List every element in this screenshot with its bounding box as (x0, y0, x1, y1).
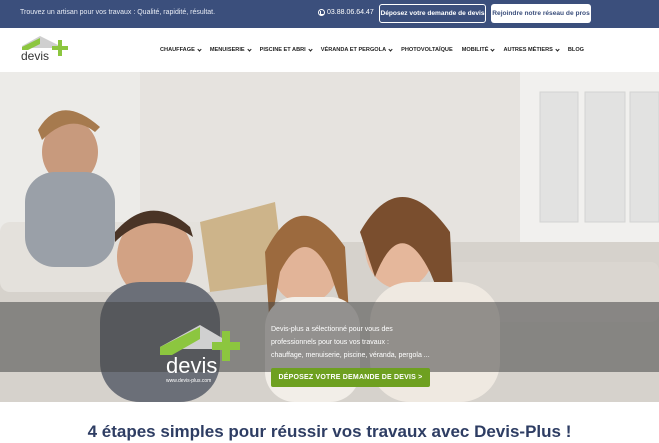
hero-description: Devis-plus a sélectionné pour vous des p… (271, 323, 471, 362)
section-title: 4 étapes simples pour réussir vos travau… (87, 422, 572, 441)
chevron-down-icon (197, 46, 202, 52)
nav-item-blog[interactable]: BLOG (568, 47, 584, 53)
hero-cta-button[interactable]: DÉPOSEZ VOTRE DEMANDE DE DEVIS > (271, 368, 430, 387)
nav-item-label: PHOTOVOLTAÏQUE (401, 47, 453, 53)
logo-text: devis (21, 49, 49, 63)
devis-plus-logo[interactable]: devis (20, 34, 72, 64)
nav-item-autres-m-tiers[interactable]: AUTRES MÉTIERS (503, 46, 560, 53)
phone-number[interactable]: 03.88.06.64.47 (318, 9, 374, 16)
nav-item-label: MOBILITÉ (461, 47, 489, 53)
phone-icon (318, 9, 325, 16)
chevron-down-icon (247, 46, 252, 52)
nav-item-photovolta-que[interactable]: PHOTOVOLTAÏQUE (401, 47, 453, 53)
hero-line-1: Devis-plus a sélectionné pour vous des (271, 326, 393, 333)
hero-devis-plus-logo: devis www.devis-plus.com (160, 325, 240, 384)
tagline: Trouvez un artisan pour vos travaux : Qu… (20, 9, 216, 16)
nav-item-label: PISCINE ET ABRI (259, 47, 306, 53)
nav-item-label: MENUISERIE (209, 47, 245, 53)
nav-menu: CHAUFFAGE MENUISERIE PISCINE ET ABRI VÉRAND… (160, 46, 593, 53)
chevron-down-icon (555, 46, 560, 52)
chevron-down-icon (388, 46, 393, 52)
deposit-request-button[interactable]: Déposez votre demande de devis (379, 4, 486, 23)
nav-item-piscine-et-abri[interactable]: PISCINE ET ABRI (259, 46, 313, 53)
nav-item-v-randa-et-pergola[interactable]: VÉRANDA ET PERGOLA (320, 46, 393, 53)
hero-logo-text: devis (166, 353, 217, 378)
hero-banner: devis www.devis-plus.com Devis-plus a sé… (0, 72, 659, 402)
nav-item-label: AUTRES MÉTIERS (503, 47, 553, 53)
chevron-down-icon (308, 46, 313, 52)
nav-item-menuiserie[interactable]: MENUISERIE (209, 46, 252, 53)
nav-item-mobilit-[interactable]: MOBILITÉ (461, 46, 496, 53)
chevron-down-icon (490, 46, 496, 52)
hero-logo-url: www.devis-plus.com (166, 378, 211, 384)
hero-line-3: chauffage, menuiserie, piscine, véranda,… (271, 352, 430, 359)
main-navigation: devis CHAUFFAGE MENUISERIE PISCINE ET ABRI… (0, 28, 659, 72)
nav-item-chauffage[interactable]: CHAUFFAGE (160, 46, 202, 53)
hero-line-2: professionnels pour tous vos travaux : (271, 339, 389, 346)
nav-item-label: VÉRANDA ET PERGOLA (320, 47, 387, 53)
top-bar: Trouvez un artisan pour vos travaux : Qu… (0, 0, 659, 28)
nav-item-label: CHAUFFAGE (160, 47, 195, 53)
steps-section: 4 étapes simples pour réussir vos travau… (0, 402, 659, 443)
nav-item-label: BLOG (567, 47, 585, 53)
join-network-button[interactable]: Rejoindre notre réseau de pros (491, 4, 591, 23)
phone-text[interactable]: 03.88.06.64.47 (327, 9, 374, 16)
